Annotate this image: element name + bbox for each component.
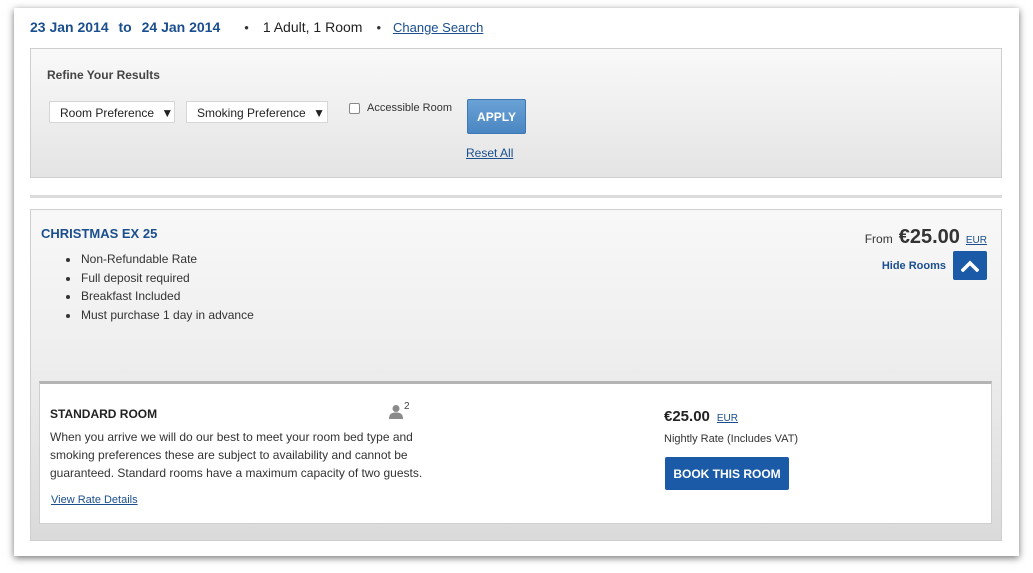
room-currency-link[interactable]: EUR <box>717 413 738 424</box>
rate-features-list: Non-Refundable Rate Full deposit require… <box>66 252 254 326</box>
reset-all-link[interactable]: Reset All <box>466 146 513 160</box>
accessible-room-option: Accessible Room <box>349 102 452 114</box>
room-card: STANDARD ROOM 2 When you arrive we will … <box>39 381 992 524</box>
view-rate-details-link[interactable]: View Rate Details <box>51 494 138 506</box>
room-preference-select[interactable]: Room Preference ▼ <box>49 101 175 123</box>
dropdown-arrow-icon: ▼ <box>313 106 325 120</box>
hide-rooms-link[interactable]: Hide Rooms <box>882 260 946 272</box>
list-item: Non-Refundable Rate <box>66 252 254 266</box>
search-summary: 23 Jan 2014 to 24 Jan 2014 • 1 Adult, 1 … <box>30 19 483 35</box>
list-item: Full deposit required <box>66 271 254 285</box>
section-divider <box>30 195 1002 198</box>
rate-panel: CHRISTMAS EX 25 Non-Refundable Rate Full… <box>30 209 1002 541</box>
refine-title: Refine Your Results <box>47 68 160 82</box>
currency-link[interactable]: EUR <box>966 235 987 246</box>
from-price: From €25.00 EUR <box>865 226 987 249</box>
bullet-separator: • <box>244 19 249 35</box>
room-price-value: €25.00 <box>664 408 710 425</box>
list-item: Breakfast Included <box>66 289 254 303</box>
collapse-button[interactable] <box>953 251 987 280</box>
room-preference-label: Room Preference <box>60 106 155 120</box>
bullet-separator: • <box>376 19 381 35</box>
from-label: From <box>864 232 893 246</box>
accessible-room-checkbox[interactable] <box>349 102 360 114</box>
room-title: STANDARD ROOM <box>50 407 158 421</box>
booking-card: 23 Jan 2014 to 24 Jan 2014 • 1 Adult, 1 … <box>14 8 1019 556</box>
smoking-preference-select[interactable]: Smoking Preference ▼ <box>186 101 328 123</box>
nightly-rate-label: Nightly Rate (Includes VAT) <box>664 433 799 445</box>
list-item: Must purchase 1 day in advance <box>66 308 254 322</box>
dropdown-arrow-icon: ▼ <box>161 106 174 120</box>
room-price: €25.00 EUR <box>664 408 738 425</box>
check-out-date: 24 Jan 2014 <box>141 19 221 35</box>
hide-rooms-toggle: Hide Rooms <box>882 251 987 280</box>
check-in-date: 23 Jan 2014 <box>30 19 109 35</box>
rate-price: €25.00 <box>898 226 960 248</box>
rate-name: CHRISTMAS EX 25 <box>41 226 158 241</box>
apply-button[interactable]: APPLY <box>467 99 526 134</box>
capacity-indicator: 2 <box>389 401 410 419</box>
chevron-up-icon <box>961 260 979 272</box>
smoking-preference-label: Smoking Preference <box>197 106 306 120</box>
refine-results-panel: Refine Your Results Room Preference ▼ Sm… <box>30 48 1002 178</box>
room-description: When you arrive we will do our best to m… <box>50 430 423 480</box>
book-this-room-button[interactable]: BOOK THIS ROOM <box>665 457 789 490</box>
change-search-link[interactable]: Change Search <box>393 20 483 35</box>
accessible-room-label: Accessible Room <box>367 102 452 114</box>
person-icon <box>389 405 403 419</box>
date-range: 23 Jan 2014 to 24 Jan 2014 <box>30 19 220 35</box>
capacity-count: 2 <box>404 401 410 412</box>
date-separator: to <box>118 19 132 35</box>
occupancy-text: 1 Adult, 1 Room <box>262 19 363 35</box>
